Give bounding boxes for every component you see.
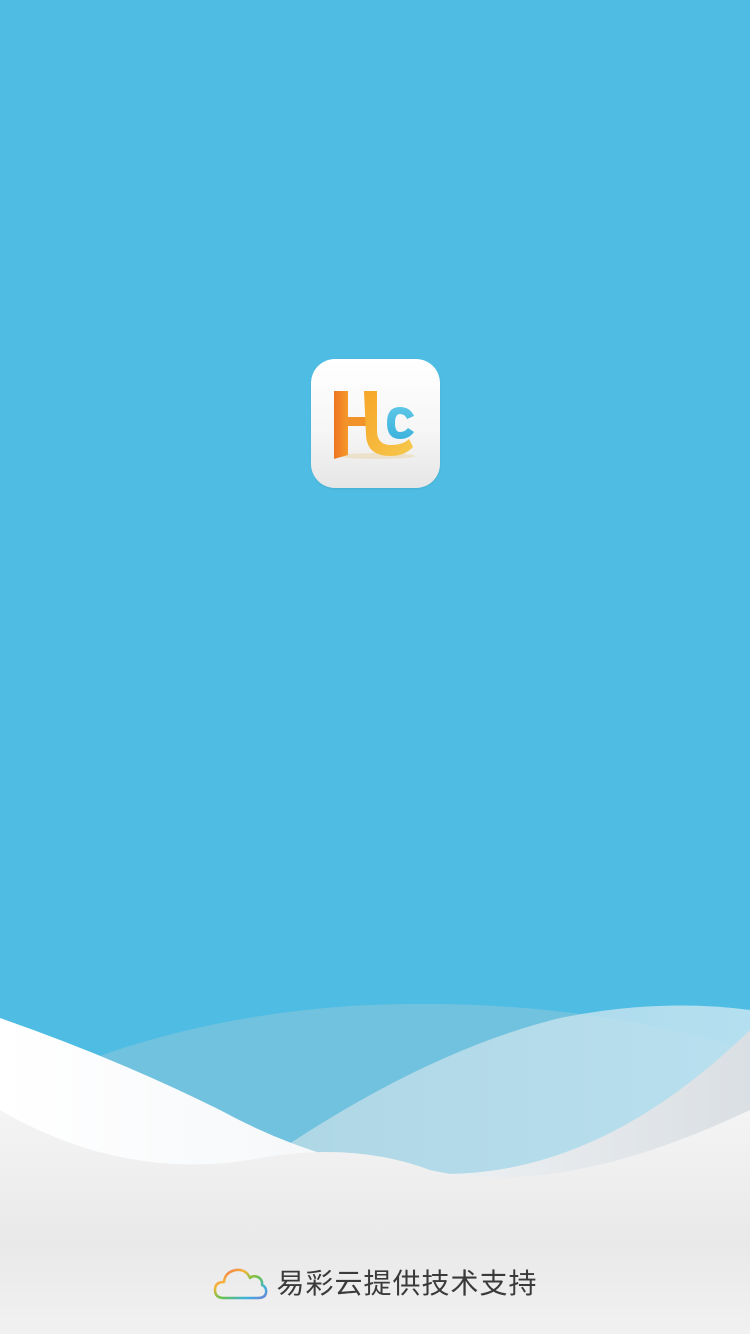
app-logo-icon xyxy=(311,359,440,488)
rainbow-cloud-icon xyxy=(214,1268,268,1300)
splash-screen: 易彩云提供技术支持 xyxy=(0,0,750,1334)
footer-credit: 易彩云提供技术支持 xyxy=(0,1262,750,1306)
footer-text: 易彩云提供技术支持 xyxy=(276,1267,538,1300)
hc-logo-icon xyxy=(334,391,415,459)
